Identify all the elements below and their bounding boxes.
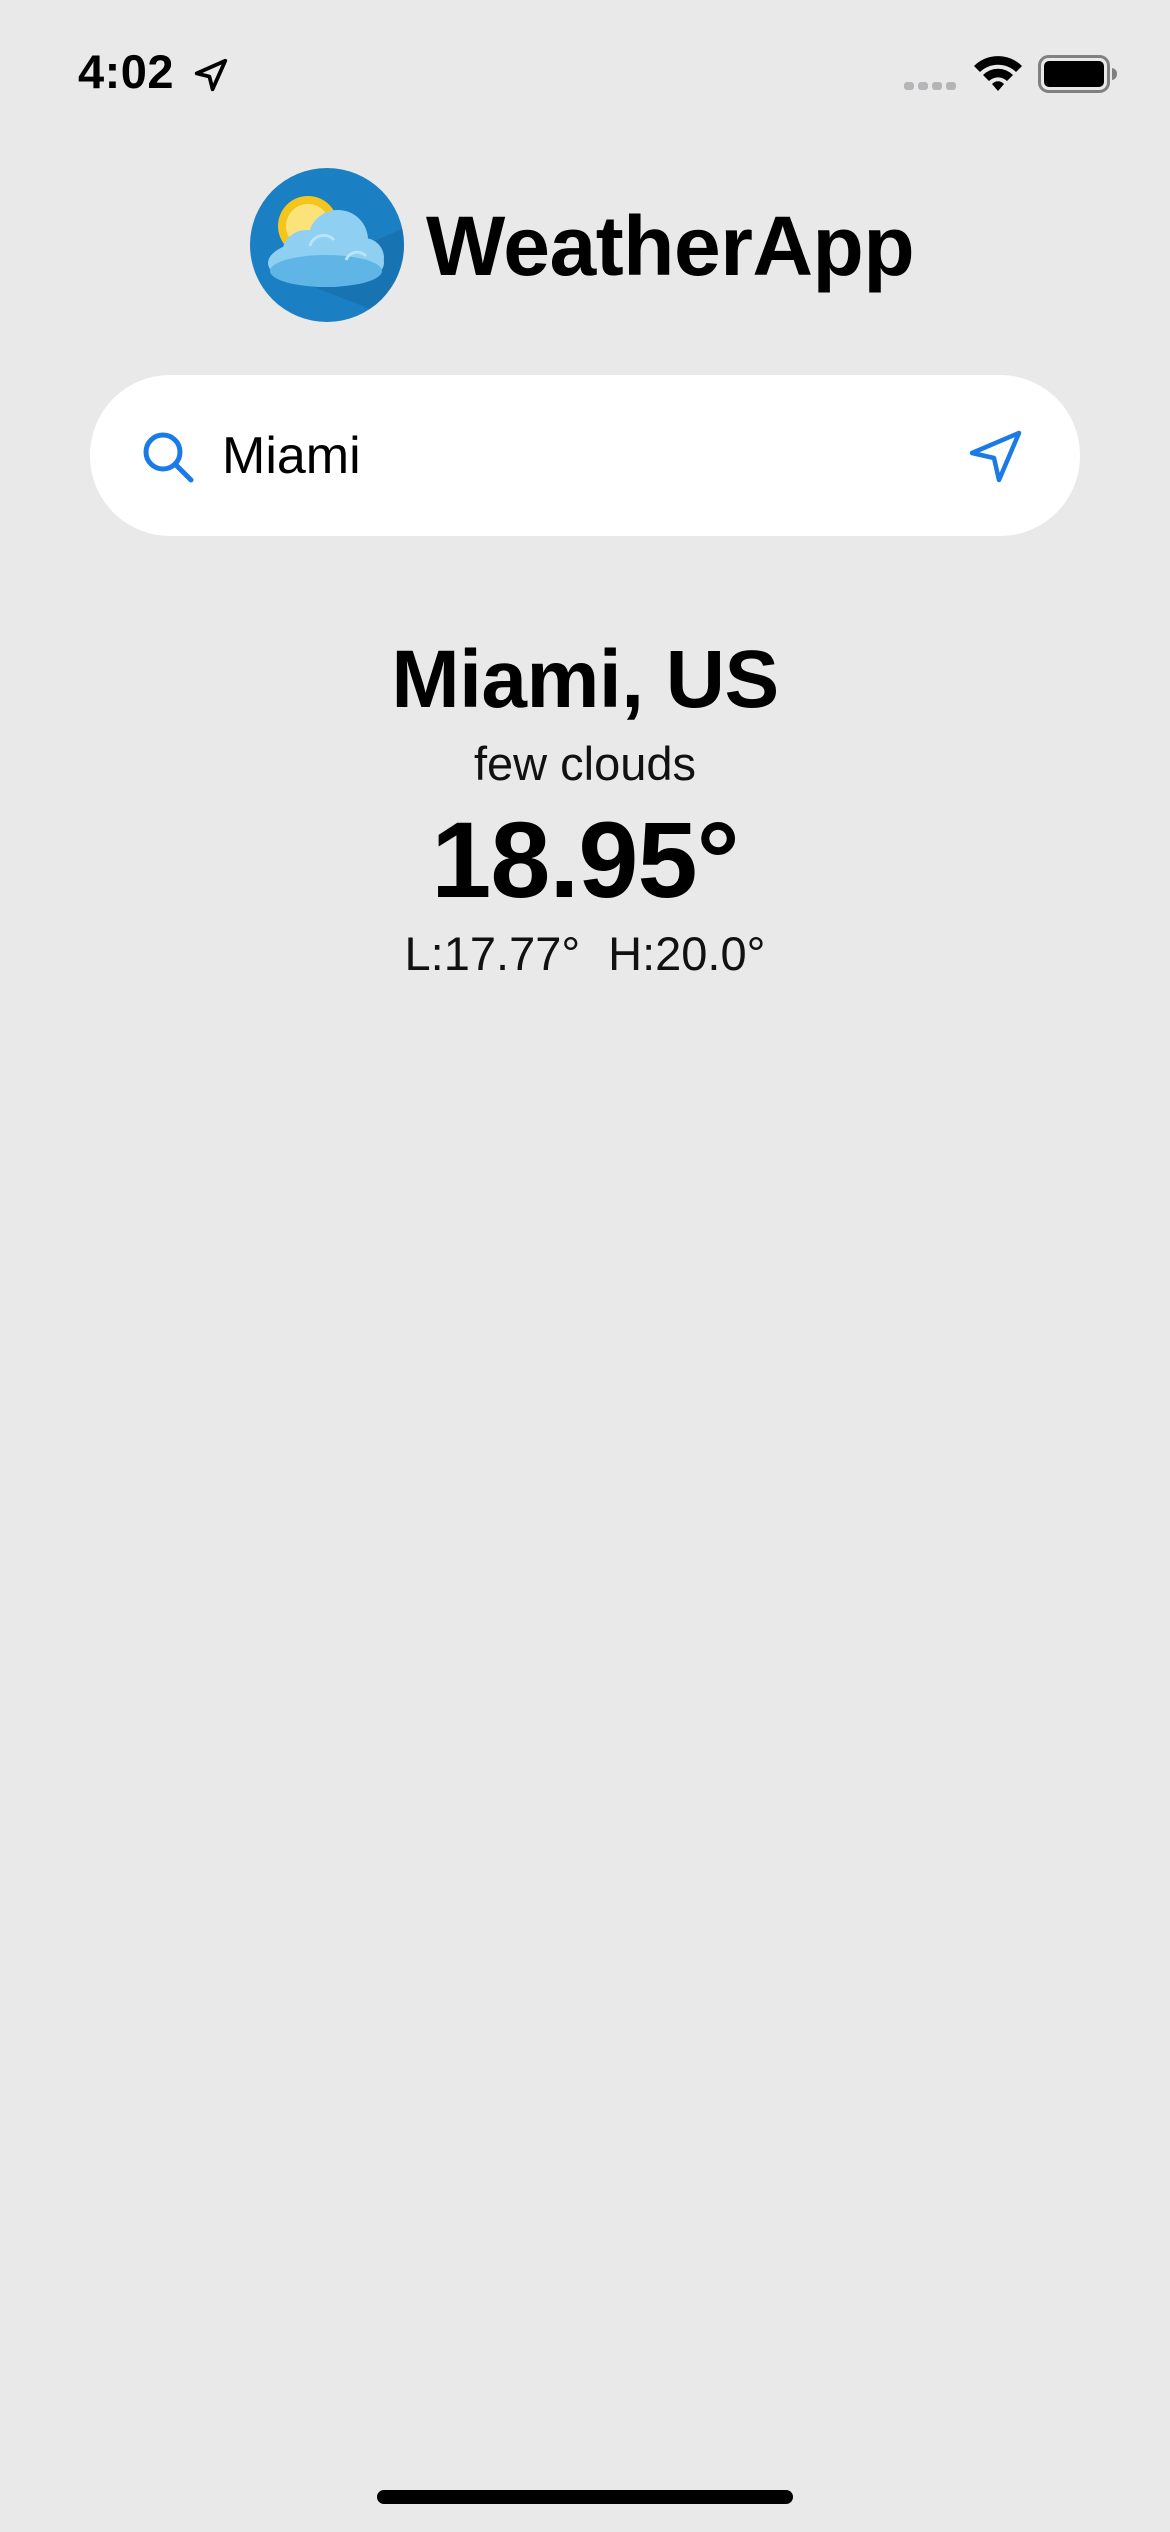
app-header: WeatherApp [0,168,1170,322]
high-temperature: H:20.0° [608,927,766,980]
city-name: Miami, US [391,634,779,725]
location-arrow-icon [969,430,1022,483]
home-indicator[interactable] [377,2490,793,2504]
low-temperature: L:17.77° [404,927,581,980]
status-bar: 4:02 [0,0,1170,150]
temperature-range: L:17.77° H:20.0° [0,924,1170,984]
app-title: WeatherApp [426,199,915,293]
status-time: 4:02 [78,45,175,98]
cellular-signal-icon [904,82,956,90]
search-icon [143,432,194,483]
wifi-icon [974,56,1022,91]
sun-cloud-icon [250,168,404,322]
location-arrow-icon [194,58,228,92]
search-input[interactable] [222,413,982,499]
weather-summary: Miami, US few clouds 18.95° L:17.77° H:20… [0,630,1170,984]
weather-description: few clouds [473,737,697,790]
battery-icon [1038,55,1117,93]
current-location-button[interactable] [966,427,1026,487]
current-temperature: 18.95° [431,799,739,920]
search-bar[interactable] [90,375,1080,536]
